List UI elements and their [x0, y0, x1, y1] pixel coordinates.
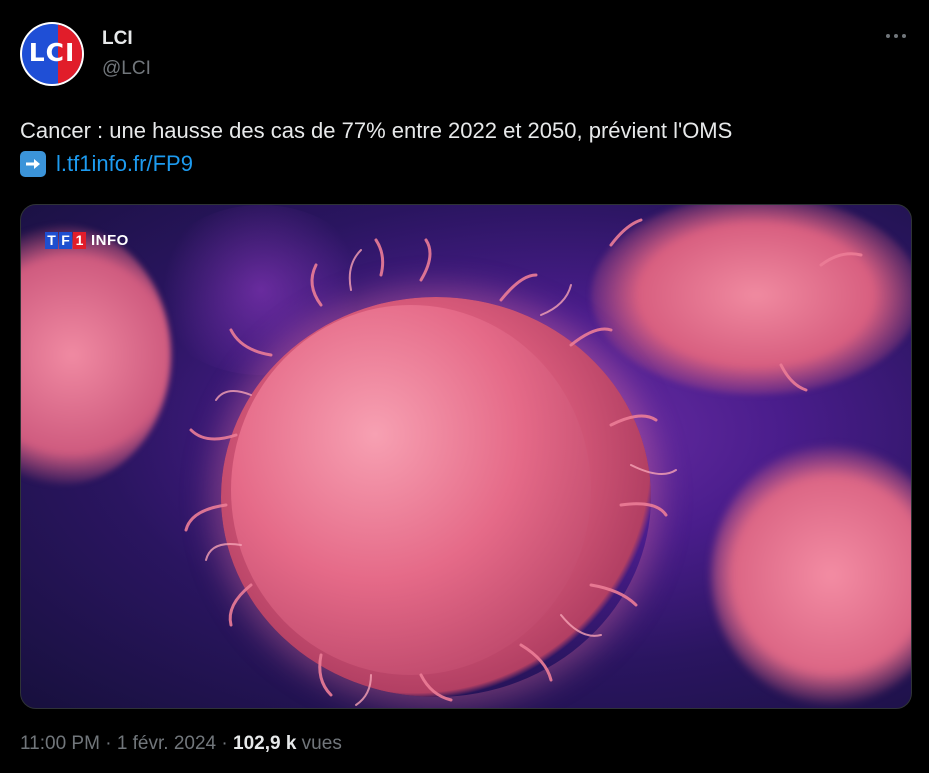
tf1-letter: F — [59, 231, 72, 249]
tf1-info-badge: T F 1 INFO — [45, 231, 129, 249]
logo-text: LCI — [28, 38, 76, 67]
tf1-info-label: INFO — [91, 231, 129, 249]
tweet-header: LCI LCI @LCI — [20, 22, 910, 86]
tf1-logo: T F 1 — [45, 231, 87, 249]
views-label: vues — [296, 733, 342, 754]
lci-logo: LCI — [22, 24, 82, 84]
meta-separator: · — [216, 733, 233, 754]
tweet-text: Cancer : une hausse des cas de 77% entre… — [20, 118, 733, 143]
meta-separator: · — [99, 733, 117, 754]
views-count: 102,9 k — [233, 733, 297, 754]
more-options-icon[interactable] — [882, 26, 910, 46]
account-handle[interactable]: @LCI — [102, 58, 151, 80]
tweet-time[interactable]: 11:00 PM — [20, 733, 100, 754]
tweet-body: Cancer : une hausse des cas de 77% entre… — [20, 114, 910, 180]
right-arrow-emoji-icon — [20, 150, 46, 177]
cell-tendrils — [184, 218, 863, 706]
tf1-letter: 1 — [73, 231, 86, 249]
tweet-date[interactable]: 1 févr. 2024 — [117, 733, 216, 754]
link-line: l.tf1info.fr/FP9 — [20, 147, 910, 180]
account-name[interactable]: LCI — [102, 28, 133, 50]
avatar[interactable]: LCI — [20, 22, 84, 86]
tweet-meta: 11:00 PM · 1 févr. 2024 · 102,9 k vues — [20, 733, 342, 755]
tweet-image[interactable]: T F 1 INFO — [20, 204, 912, 709]
tweet-link[interactable]: l.tf1info.fr/FP9 — [56, 147, 193, 180]
tf1-letter: T — [45, 231, 58, 249]
